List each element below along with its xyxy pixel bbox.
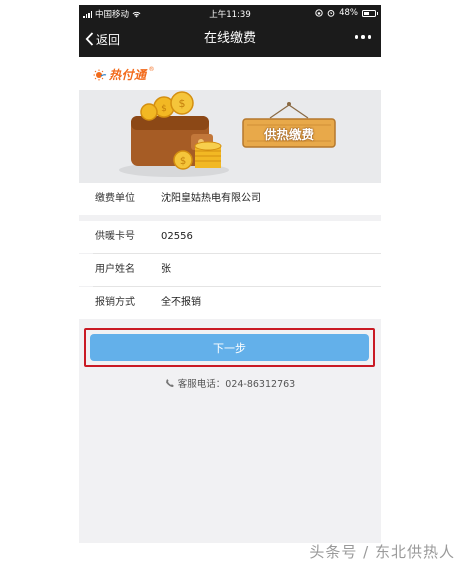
- user-name-label: 用户姓名: [95, 264, 135, 275]
- dot-icon: [367, 35, 371, 39]
- rotation-lock-icon: [315, 9, 323, 17]
- svg-text:$: $: [179, 97, 186, 110]
- reimburse-row[interactable]: 报销方式 全不报销: [79, 287, 381, 319]
- payee-value: 沈阳皇姑热电有限公司: [161, 193, 261, 204]
- reimburse-value: 全不报销: [161, 297, 201, 308]
- alarm-icon: [327, 10, 335, 17]
- next-button-highlight: 下一步: [84, 328, 375, 367]
- watermark: 头条号 / 东北供热人: [309, 543, 455, 561]
- card-number-value: 02556: [161, 231, 193, 242]
- payee-label: 缴费单位: [95, 193, 135, 204]
- page-title: 在线缴费: [203, 31, 256, 46]
- banner: $ $ $ 供热缴费: [79, 90, 381, 183]
- logo-registered-mark: ®: [148, 66, 155, 73]
- dot-icon: [361, 35, 365, 39]
- logo-text: 热付通: [109, 68, 147, 82]
- svg-text:$: $: [180, 156, 186, 167]
- user-name-value: 张: [161, 264, 171, 275]
- card-number-label: 供暖卡号: [95, 231, 135, 242]
- user-name-row[interactable]: 用户姓名 张: [79, 254, 381, 286]
- next-button[interactable]: 下一步: [90, 334, 369, 361]
- nav-bar: 返回 在线缴费: [79, 21, 381, 57]
- battery-icon: [362, 9, 378, 17]
- app-logo: 热付通 ®: [93, 66, 155, 83]
- dot-icon: [354, 35, 358, 39]
- phone-screen: 中国移动 上午11:39 48% 返回 在线缴费 热付通 ® $ $ $ 供热缴…: [79, 5, 381, 543]
- banner-sign-text: 供热缴费: [263, 127, 314, 142]
- svg-text:$: $: [161, 104, 167, 114]
- sun-icon: [93, 69, 107, 80]
- logo-row: 热付通 ®: [79, 57, 381, 90]
- status-bar: 中国移动 上午11:39 48%: [79, 5, 381, 21]
- reimburse-label: 报销方式: [95, 297, 135, 308]
- more-menu-button[interactable]: [354, 35, 371, 39]
- phone-icon: [165, 379, 174, 387]
- wallet-illustration: $ $ $: [119, 91, 336, 177]
- card-number-row[interactable]: 供暖卡号 02556: [79, 221, 381, 253]
- hotline[interactable]: 客服电话：024-86312763: [79, 376, 381, 390]
- hotline-text: 客服电话：024-86312763: [177, 379, 296, 390]
- payee-row: 缴费单位 沈阳皇姑热电有限公司: [79, 183, 381, 215]
- battery-percent: 48%: [339, 8, 358, 18]
